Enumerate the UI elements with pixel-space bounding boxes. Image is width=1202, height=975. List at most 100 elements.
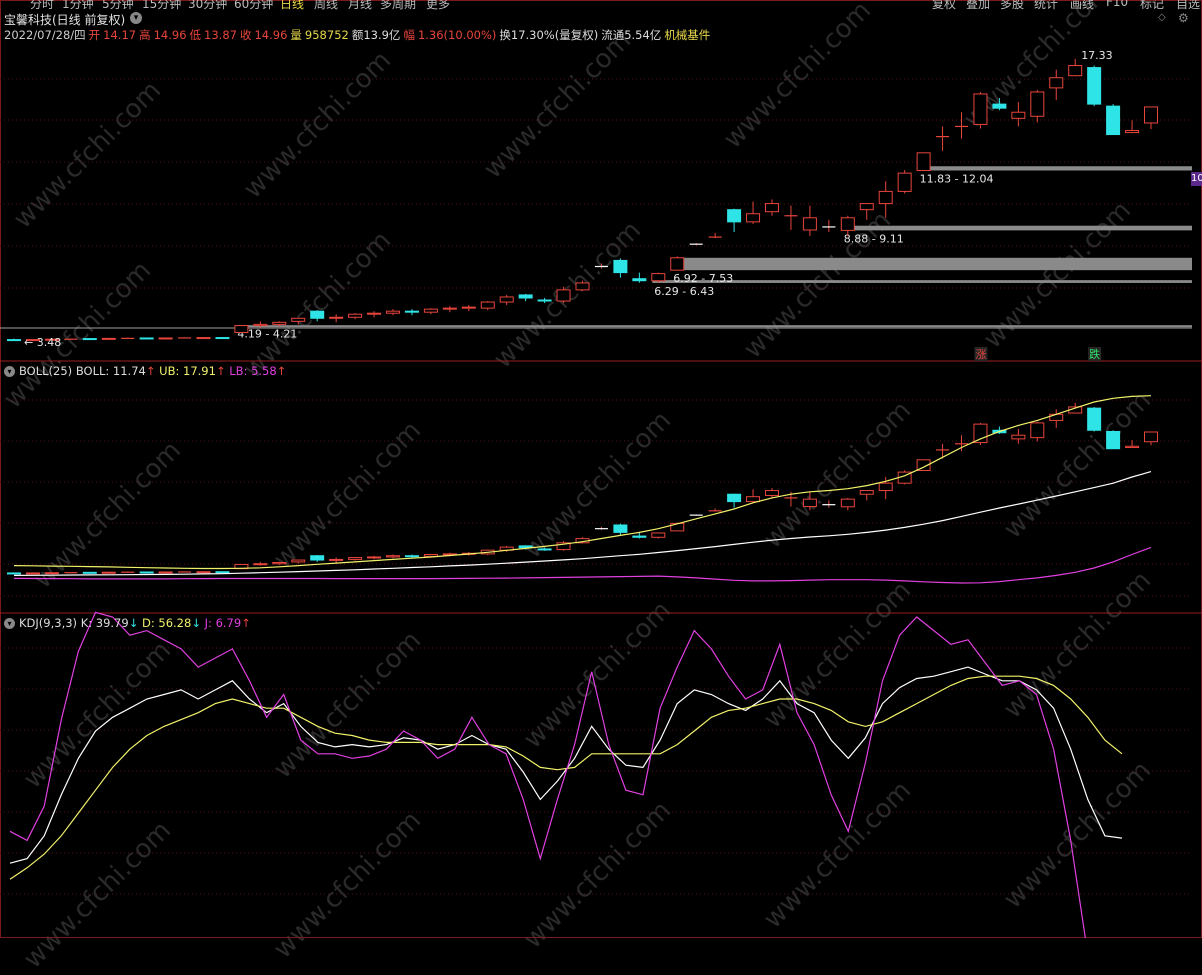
- zone-label: 6.92 - 7.53: [673, 272, 733, 285]
- lb-arrow: ↑: [276, 364, 287, 378]
- overlay-button[interactable]: 叠加: [966, 0, 990, 10]
- draw-line-button[interactable]: 画线: [1070, 0, 1094, 10]
- settings-icon[interactable]: ⚙: [1178, 11, 1189, 25]
- watchlist-button[interactable]: 自选: [1176, 0, 1200, 10]
- tab-period-60m[interactable]: 60分钟: [234, 0, 273, 10]
- d-label: D: [142, 616, 151, 630]
- volume-label: 量: [290, 28, 302, 42]
- price-candle-body: [272, 321, 287, 325]
- zone-band: [841, 225, 1192, 231]
- boll-candle-body: [878, 482, 893, 492]
- boll-candle-body: [253, 563, 268, 566]
- stats-button[interactable]: 统计: [1034, 0, 1058, 10]
- tab-period-timeshare[interactable]: 分时: [30, 0, 54, 10]
- zone-band: [652, 280, 1192, 283]
- boll-candle-body: [1087, 407, 1102, 431]
- mark-button[interactable]: 标记: [1140, 0, 1164, 10]
- industry-value: 机械基件: [664, 28, 711, 42]
- price-candle-body: [746, 213, 761, 223]
- amount-value: 额13.9亿: [351, 28, 401, 42]
- price-candle-body: [386, 310, 400, 314]
- diamond-icon[interactable]: ◇: [1158, 12, 1166, 23]
- j-arrow: ↑: [241, 616, 251, 630]
- low-label: 低: [189, 28, 202, 42]
- tab-period-day[interactable]: 日线: [280, 0, 304, 10]
- boll-candle-body: [1011, 434, 1026, 440]
- period-toolbar: 分时 1分钟 5分钟 15分钟 30分钟 60分钟 日线 周线 月线 多周期 更…: [0, 0, 1202, 10]
- kdj-line-d: [9, 675, 1123, 880]
- marker-text: 涨: [975, 348, 986, 361]
- price-candle-body: [348, 313, 363, 318]
- price-candle-body: [518, 294, 533, 299]
- kdj-legend: ▾ KDJ(9,3,3) K: 39.79↓ D: 56.28↓ J: 6.79↑: [4, 616, 251, 630]
- quote-info-row: 2022/07/28/四开 14.17 高 14.96 低 13.87 收 14.96 量 958…: [4, 27, 713, 42]
- chevron-down-icon[interactable]: ▾: [4, 618, 15, 629]
- price-candle-body: [916, 152, 931, 171]
- tab-period-more[interactable]: 更多: [426, 0, 450, 10]
- price-candle-body: [7, 339, 21, 342]
- price-candle-body: [670, 257, 685, 271]
- boll-candle-body: [7, 572, 21, 575]
- zone-band: [671, 257, 1192, 271]
- k-arrow: ↓: [128, 616, 139, 630]
- price-candle-body: [840, 217, 855, 231]
- price-candle-body: [367, 312, 382, 315]
- price-candle-body: [1144, 106, 1158, 124]
- boll-candle-body: [537, 548, 552, 551]
- ub-arrow: ↑: [215, 364, 226, 378]
- chevron-down-icon[interactable]: ▾: [130, 12, 142, 24]
- tab-period-multi[interactable]: 多周期: [380, 0, 416, 10]
- boll-candle-body: [386, 555, 400, 558]
- boll-label: BOLL: [75, 364, 106, 378]
- tab-period-5m[interactable]: 5分钟: [102, 0, 134, 10]
- tab-period-1m[interactable]: 1分钟: [62, 0, 94, 10]
- multi-stock-button[interactable]: 多股: [1000, 0, 1024, 10]
- price-candle-body: [1030, 91, 1045, 117]
- open-label: 开: [88, 28, 101, 42]
- price-candle-body: [556, 289, 571, 302]
- fuquan-button[interactable]: 复权: [932, 0, 956, 10]
- tab-period-30m[interactable]: 30分钟: [188, 0, 227, 10]
- float-value: 流通5.54亿: [601, 28, 662, 42]
- tab-period-month[interactable]: 月线: [348, 0, 372, 10]
- price-candle-body: [802, 217, 817, 231]
- price-candle-body: [215, 337, 230, 340]
- boll-candle-body: [1030, 422, 1045, 439]
- k-value: 39.79: [95, 616, 129, 630]
- kdj-title: KDJ(9,3,3): [19, 616, 78, 630]
- chart-canvas: 4.19 - 4.216.29 - 6.436.92 - 7.538.88 - …: [0, 0, 1202, 938]
- boll-candle-body: [25, 572, 40, 575]
- j-value: 6.79: [215, 616, 242, 630]
- price-candle-body: [1087, 67, 1102, 105]
- ub-label: UB: [159, 364, 176, 378]
- price-candle-body: [404, 310, 419, 313]
- price-candle-body: [139, 337, 154, 340]
- outer-frame: [0, 0, 1202, 938]
- ub-value: 17.91: [183, 364, 216, 378]
- stock-title: 宝馨科技(日线 前复权): [4, 13, 126, 27]
- boll-title: BOLL(25): [19, 364, 73, 378]
- price-candle-body: [632, 278, 647, 282]
- f10-button[interactable]: F10: [1106, 0, 1128, 9]
- low-value: 13.87: [204, 28, 237, 42]
- price-candle-body: [253, 323, 268, 327]
- volume-value: 958752: [304, 28, 349, 42]
- price-candle-body: [82, 338, 97, 341]
- high-label: 高: [139, 28, 151, 42]
- kdj-line-j: [9, 611, 1086, 938]
- kdj-line-k: [9, 666, 1123, 864]
- tab-period-week[interactable]: 周线: [314, 0, 338, 10]
- boll-candle-body: [291, 559, 306, 563]
- price-candle-body: [1068, 65, 1083, 77]
- boll-candle-body: [367, 556, 382, 559]
- chevron-down-icon[interactable]: ▾: [4, 366, 15, 377]
- lb-label: LB: [229, 364, 244, 378]
- price-candle-body: [499, 296, 514, 303]
- price-candle-body: [442, 307, 457, 310]
- price-candle-body: [992, 103, 1007, 109]
- price-candle-body: [329, 316, 344, 319]
- price-candle-body: [1106, 105, 1121, 136]
- price-candle-body: [423, 308, 438, 313]
- boll-candle-body: [82, 571, 97, 574]
- tab-period-15m[interactable]: 15分钟: [142, 0, 181, 10]
